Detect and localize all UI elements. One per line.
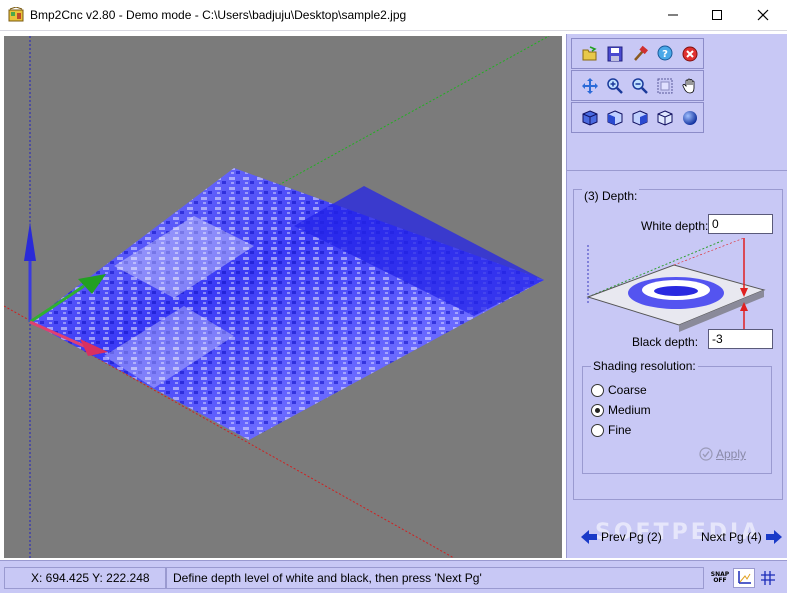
snap-off-icon: SNAP OFF <box>711 572 729 584</box>
pan-button[interactable] <box>578 74 601 97</box>
3d-viewport[interactable] <box>4 36 562 558</box>
tools-button[interactable] <box>628 42 651 65</box>
z-arrow-head <box>24 222 36 261</box>
black-depth-label: Black depth: <box>632 335 699 349</box>
depth-group: (3) Depth: White depth: 0 Black depth: -… <box>573 189 783 500</box>
view-side-icon <box>632 109 647 126</box>
zoom-in-button[interactable] <box>603 74 626 97</box>
zoom-window-button[interactable] <box>653 74 676 97</box>
exit-button[interactable] <box>678 42 701 65</box>
grid-toggle[interactable] <box>757 568 779 588</box>
toolbar-file: ? <box>571 38 704 69</box>
toolbar-render <box>571 102 704 133</box>
white-depth-input[interactable]: 0 <box>708 214 773 234</box>
minimize-icon <box>668 14 678 16</box>
maximize-icon <box>712 10 722 20</box>
prev-page-button[interactable]: Prev Pg (2) <box>581 530 662 544</box>
tools-icon <box>633 45 648 61</box>
view-sphere-icon <box>682 110 697 125</box>
view-iso-icon <box>582 109 597 126</box>
axes-icon <box>738 571 751 584</box>
radio-fine[interactable]: Fine <box>591 423 631 437</box>
save-button[interactable] <box>603 42 626 65</box>
axes-toggle[interactable] <box>733 568 755 588</box>
view-wire-icon <box>657 109 672 126</box>
view-wire-button[interactable] <box>653 106 676 129</box>
apply-label: Apply <box>716 447 747 461</box>
view-front-button[interactable] <box>603 106 626 129</box>
radio-coarse-label: Coarse <box>608 383 647 397</box>
radio-fine-circle[interactable] <box>591 423 604 437</box>
radio-medium-label: Medium <box>608 403 651 417</box>
status-icons: SNAP OFF <box>707 567 783 589</box>
open-icon <box>582 45 597 60</box>
help-icon: ? <box>657 45 672 60</box>
close-red-icon <box>682 46 697 61</box>
svg-text:?: ? <box>662 49 668 60</box>
zoom-window-icon <box>657 78 672 93</box>
close-icon <box>757 9 769 21</box>
help-button[interactable]: ? <box>653 42 676 65</box>
depth-title: (3) Depth: <box>582 189 640 203</box>
shading-group: Shading resolution: Coarse Medium Fine A… <box>582 359 772 474</box>
window-title: Bmp2Cnc v2.80 - Demo mode - C:\Users\bad… <box>30 8 407 22</box>
view-sphere-button[interactable] <box>678 106 701 129</box>
title-bar: Bmp2Cnc v2.80 - Demo mode - C:\Users\bad… <box>0 0 787 31</box>
toolbar-view <box>571 70 704 101</box>
zoom-in-icon <box>606 77 623 94</box>
view-front-icon <box>607 109 622 126</box>
radio-coarse[interactable]: Coarse <box>591 383 647 397</box>
snap-toggle[interactable]: SNAP OFF <box>709 568 731 588</box>
prev-page-label: Prev Pg (2) <box>601 530 662 544</box>
black-depth-input[interactable]: -3 <box>708 329 773 349</box>
radio-fine-label: Fine <box>608 423 632 437</box>
arrow-right-icon <box>765 530 782 544</box>
radio-medium[interactable]: Medium <box>591 403 651 417</box>
next-page-label: Next Pg (4) <box>701 530 762 544</box>
radio-medium-circle[interactable] <box>591 403 604 417</box>
open-button[interactable] <box>578 42 601 65</box>
zoom-out-icon <box>631 77 648 94</box>
app-icon <box>8 7 24 22</box>
hand-button[interactable] <box>678 74 701 97</box>
close-window-button[interactable] <box>740 0 786 30</box>
3d-scene <box>4 36 550 558</box>
zoom-out-button[interactable] <box>628 74 651 97</box>
snap-label-bottom: OFF <box>713 577 727 584</box>
maximize-button[interactable] <box>694 0 740 30</box>
panel-separator <box>567 170 787 171</box>
minimize-button[interactable] <box>650 0 696 30</box>
apply-button[interactable]: Apply <box>699 447 746 461</box>
grid-icon <box>761 571 775 585</box>
save-icon <box>607 46 622 61</box>
view-iso-button[interactable] <box>578 106 601 129</box>
pan-move-icon <box>581 77 598 94</box>
status-message: Define depth level of white and black, t… <box>166 567 704 589</box>
status-bar: X: 694.425 Y: 222.248 Define depth level… <box>0 560 787 593</box>
next-page-button[interactable]: Next Pg (4) <box>701 530 782 544</box>
status-coordinates: X: 694.425 Y: 222.248 <box>4 567 166 589</box>
apply-icon <box>699 447 713 461</box>
shading-title: Shading resolution: <box>591 359 698 373</box>
hand-icon <box>682 78 694 93</box>
view-side-button[interactable] <box>628 106 651 129</box>
white-depth-label: White depth: <box>641 219 709 233</box>
radio-coarse-circle[interactable] <box>591 383 604 397</box>
arrow-left-icon <box>581 530 597 544</box>
right-panel: ? (3) Depth: White depth: 0 Black depth:… <box>566 34 787 558</box>
depth-diagram <box>586 237 766 333</box>
